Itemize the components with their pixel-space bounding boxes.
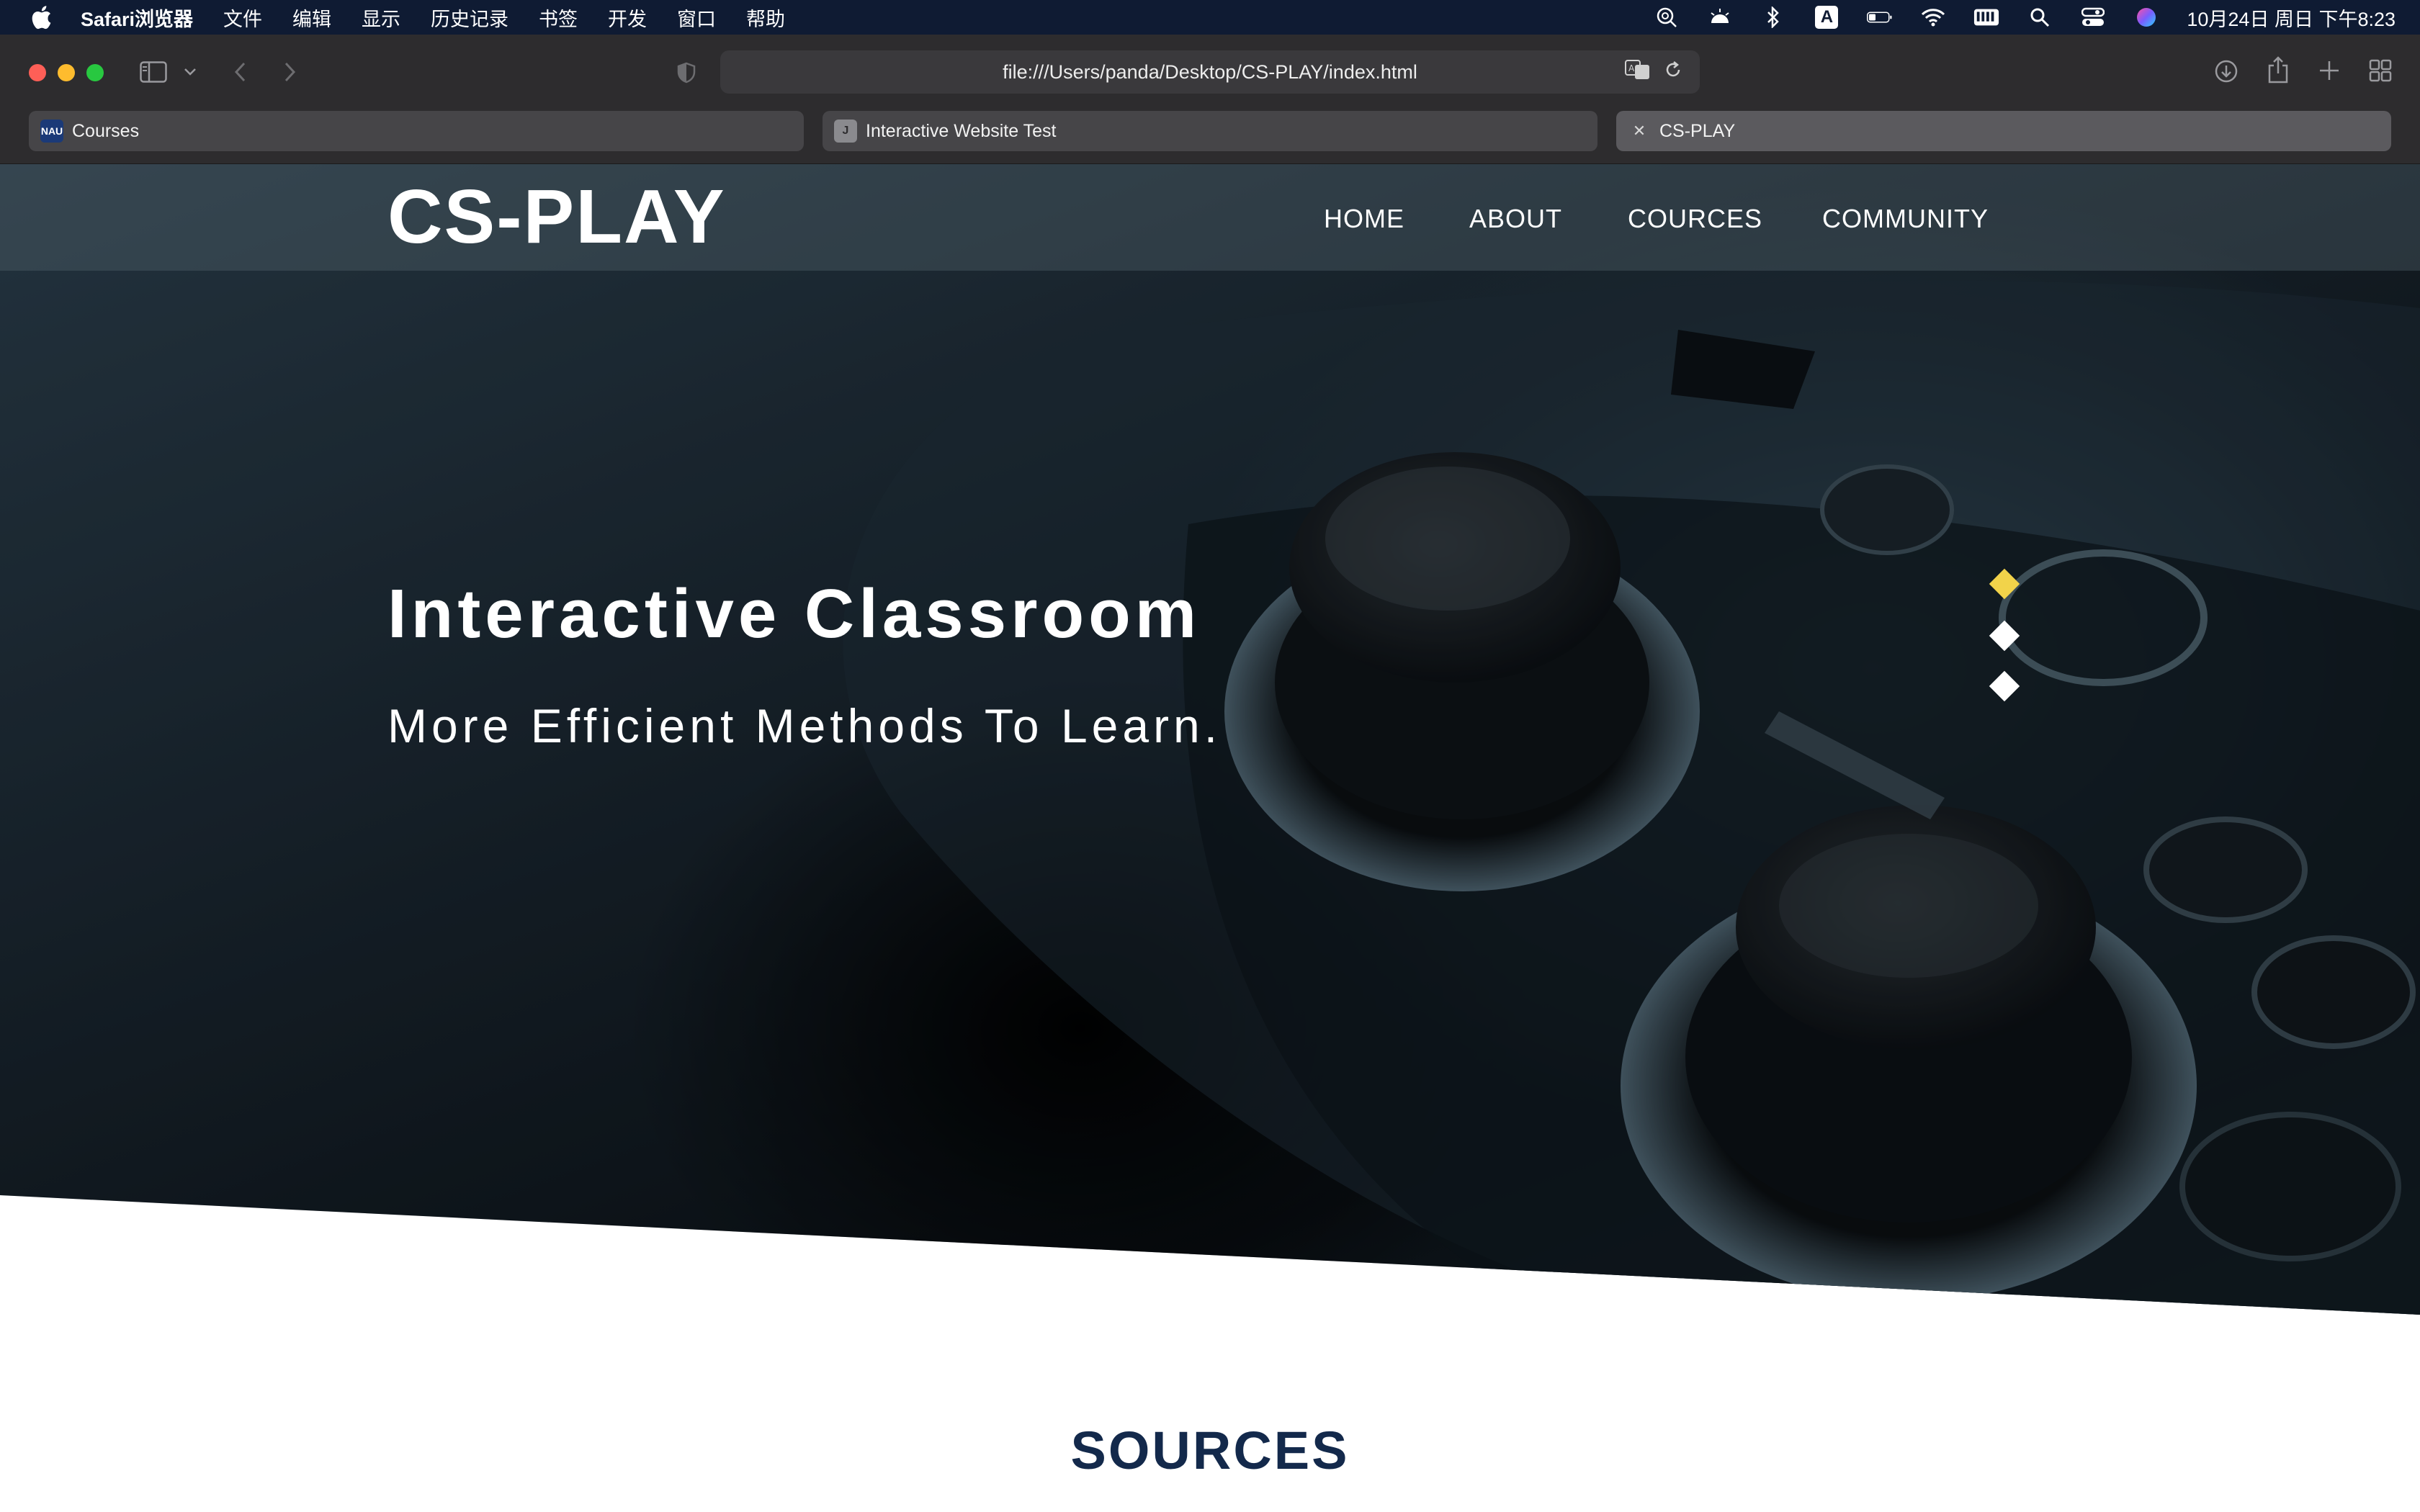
close-window-button[interactable] <box>29 64 46 81</box>
apple-icon[interactable] <box>30 5 52 30</box>
hero-banner: CS-PLAY HOME ABOUT COURCES COMMUNITY Int… <box>0 164 2420 1315</box>
menu-develop[interactable]: 开发 <box>608 4 647 32</box>
reload-icon[interactable] <box>1664 60 1682 84</box>
menu-window[interactable]: 窗口 <box>677 4 716 32</box>
menu-history[interactable]: 历史记录 <box>431 4 508 32</box>
status-area: A 10月24日 周日 下午8:23 <box>1626 0 2396 35</box>
section-title-sources: SOURCES <box>1070 1421 1350 1480</box>
downloads-icon[interactable] <box>2213 58 2240 85</box>
menu-app-name[interactable]: Safari浏览器 <box>81 4 193 32</box>
tab-title: Courses <box>72 120 140 141</box>
bluetooth-icon[interactable] <box>1760 6 1786 29</box>
new-tab-icon[interactable] <box>2316 58 2342 84</box>
input-source-label: A <box>1815 6 1839 29</box>
translate-icon[interactable]: A <box>1625 59 1651 85</box>
web-viewport: CS-PLAY HOME ABOUT COURCES COMMUNITY Int… <box>0 164 2420 1512</box>
site-header <box>0 164 2420 271</box>
spotlight-icon[interactable] <box>2027 6 2053 29</box>
address-bar[interactable]: file:///Users/panda/Desktop/CS-PLAY/inde… <box>720 50 1700 94</box>
tab-overview-icon[interactable] <box>2367 58 2394 84</box>
close-tab-icon[interactable]: ✕ <box>1628 120 1651 143</box>
menu-help[interactable]: 帮助 <box>746 4 785 32</box>
nav-cources[interactable]: COURCES <box>1628 199 1762 239</box>
j-favicon-icon: J <box>834 120 857 143</box>
tab-cs-play[interactable]: ✕ CS-PLAY <box>1616 111 2391 151</box>
fullscreen-window-button[interactable] <box>86 64 104 81</box>
battery-icon[interactable] <box>1867 6 1893 29</box>
tab-title: CS-PLAY <box>1659 120 1736 141</box>
svg-text:A: A <box>1628 63 1635 73</box>
menu-bar: Safari浏览器 文件 编辑 显示 历史记录 书签 开发 窗口 帮助 A 10… <box>0 0 2420 35</box>
nav-home[interactable]: HOME <box>1324 199 1404 239</box>
browser-toolbar: file:///Users/panda/Desktop/CS-PLAY/inde… <box>0 35 2420 111</box>
brightness-icon[interactable] <box>1707 6 1733 29</box>
nau-favicon-icon: NAU <box>40 120 63 143</box>
back-icon[interactable] <box>229 59 251 85</box>
forward-icon[interactable] <box>279 59 301 85</box>
tab-bar: NAU Courses J Interactive Website Test ✕… <box>0 111 2420 164</box>
minimize-window-button[interactable] <box>58 64 75 81</box>
nav-about[interactable]: ABOUT <box>1469 199 1562 239</box>
input-source-icon[interactable]: A <box>1814 6 1839 29</box>
hero-subtitle: More Efficient Methods To Learn. <box>387 699 1222 752</box>
menu-view[interactable]: 显示 <box>362 4 400 32</box>
url-text[interactable]: file:///Users/panda/Desktop/CS-PLAY/inde… <box>1003 61 1417 84</box>
wifi-icon[interactable] <box>1920 6 1946 29</box>
siri-icon[interactable] <box>2133 6 2159 29</box>
keyboard-icon[interactable] <box>1973 6 1999 29</box>
menu-edit[interactable]: 编辑 <box>292 4 331 32</box>
site-logo[interactable]: CS-PLAY <box>387 177 726 256</box>
tab-title: Interactive Website Test <box>866 120 1057 141</box>
tab-courses[interactable]: NAU Courses <box>29 111 804 151</box>
sidebar-toggle-icon[interactable] <box>138 59 169 85</box>
hero-title: Interactive Classroom <box>387 575 1201 652</box>
clock[interactable]: 10月24日 周日 下午8:23 <box>2187 4 2396 32</box>
control-center-icon[interactable] <box>2080 6 2106 29</box>
menu-file[interactable]: 文件 <box>223 4 262 32</box>
chevron-down-icon[interactable] <box>182 63 199 81</box>
lookup-icon[interactable] <box>1654 6 1680 29</box>
share-icon[interactable] <box>2264 55 2292 85</box>
privacy-shield-icon[interactable] <box>676 60 697 85</box>
menu-bookmarks[interactable]: 书签 <box>539 4 578 32</box>
nav-community[interactable]: COMMUNITY <box>1822 199 1989 239</box>
tab-interactive-website-test[interactable]: J Interactive Website Test <box>823 111 1597 151</box>
